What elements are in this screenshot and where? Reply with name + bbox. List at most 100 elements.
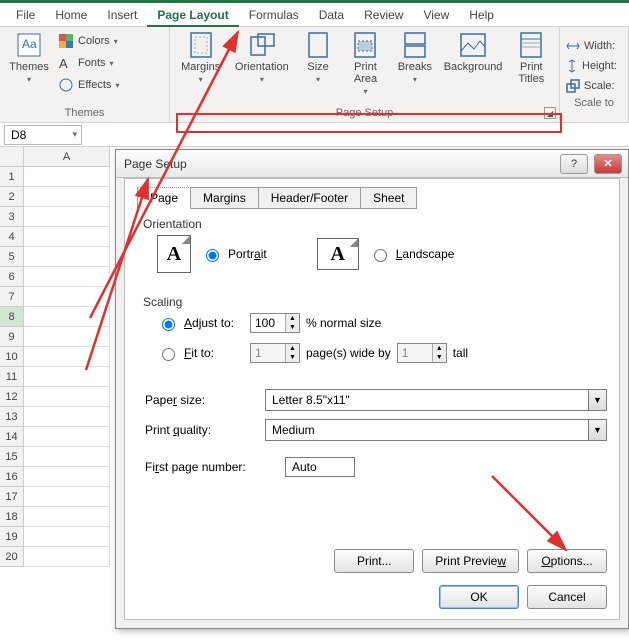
colors-button[interactable]: Colors▾: [58, 31, 119, 51]
menu-data[interactable]: Data: [309, 3, 354, 27]
margins-button[interactable]: Margins▾: [176, 31, 225, 86]
effects-button[interactable]: Effects▾: [58, 75, 119, 95]
margins-icon: [187, 31, 215, 59]
row-header[interactable]: 20: [0, 547, 24, 567]
column-header-a[interactable]: A: [24, 147, 110, 167]
fit-suffix: tall: [453, 346, 468, 360]
cell[interactable]: [24, 207, 110, 227]
size-button[interactable]: Size▾: [298, 31, 337, 86]
fit-wide-spinner[interactable]: ▲▼: [250, 343, 300, 363]
print-quality-combo[interactable]: Medium▼: [265, 419, 607, 441]
cell[interactable]: [24, 467, 110, 487]
effects-icon: [58, 77, 74, 93]
tab-page[interactable]: Page: [137, 187, 191, 209]
close-button[interactable]: ✕: [594, 154, 622, 174]
cell[interactable]: [24, 327, 110, 347]
row-header[interactable]: 17: [0, 487, 24, 507]
cell[interactable]: [24, 287, 110, 307]
cell[interactable]: [24, 167, 110, 187]
cell[interactable]: [24, 367, 110, 387]
row-header[interactable]: 9: [0, 327, 24, 347]
page-setup-launcher[interactable]: ◢: [544, 107, 556, 119]
menu-review[interactable]: Review: [354, 3, 413, 27]
first-page-input[interactable]: Auto: [285, 457, 355, 477]
adjust-to-spinner[interactable]: ▲▼: [250, 313, 300, 333]
help-button[interactable]: ?: [560, 154, 588, 174]
fonts-button[interactable]: A Fonts▾: [58, 53, 119, 73]
orientation-button[interactable]: Orientation▾: [231, 31, 292, 86]
row-header[interactable]: 4: [0, 227, 24, 247]
row-header[interactable]: 7: [0, 287, 24, 307]
menu-insert[interactable]: Insert: [97, 3, 147, 27]
cell[interactable]: [24, 547, 110, 567]
row-header[interactable]: 2: [0, 187, 24, 207]
print-preview-button[interactable]: Print Preview: [422, 549, 519, 573]
background-button[interactable]: Background: [443, 31, 504, 73]
row-header[interactable]: 5: [0, 247, 24, 267]
scale-control[interactable]: Scale:: [566, 77, 622, 95]
cell[interactable]: [24, 247, 110, 267]
cell[interactable]: [24, 267, 110, 287]
row-header[interactable]: 8: [0, 307, 24, 327]
cell[interactable]: [24, 387, 110, 407]
cell[interactable]: [24, 487, 110, 507]
cell[interactable]: [24, 427, 110, 447]
menu-view[interactable]: View: [413, 3, 459, 27]
menu-formulas[interactable]: Formulas: [239, 3, 309, 27]
print-area-button[interactable]: Print Area▾: [344, 31, 387, 96]
dialog-titlebar[interactable]: Page Setup ? ✕: [116, 150, 628, 178]
row-header[interactable]: 11: [0, 367, 24, 387]
cell[interactable]: [24, 307, 110, 327]
print-titles-button[interactable]: Print Titles: [510, 31, 553, 85]
adjust-to-label: Adjust to:: [184, 316, 244, 330]
cell[interactable]: [24, 507, 110, 527]
row-header[interactable]: 16: [0, 467, 24, 487]
row-header[interactable]: 13: [0, 407, 24, 427]
print-button[interactable]: Print...: [334, 549, 414, 573]
cancel-button[interactable]: Cancel: [527, 585, 607, 609]
landscape-radio[interactable]: [374, 249, 387, 262]
scale-icon: [566, 79, 580, 93]
row-header[interactable]: 15: [0, 447, 24, 467]
row-header[interactable]: 10: [0, 347, 24, 367]
row-header[interactable]: 14: [0, 427, 24, 447]
tab-margins[interactable]: Margins: [190, 187, 259, 209]
portrait-label: Portrait: [228, 247, 267, 261]
name-box[interactable]: D8▾: [4, 125, 82, 145]
row-header[interactable]: 18: [0, 507, 24, 527]
cell[interactable]: [24, 227, 110, 247]
ok-button[interactable]: OK: [439, 585, 519, 609]
landscape-label: Landscape: [396, 247, 455, 261]
cell[interactable]: [24, 187, 110, 207]
height-control[interactable]: Height:: [566, 57, 622, 75]
portrait-radio[interactable]: [206, 249, 219, 262]
background-icon: [459, 31, 487, 59]
width-control[interactable]: Width:: [566, 37, 622, 55]
select-all-corner[interactable]: [0, 147, 24, 167]
fit-to-radio[interactable]: [162, 348, 175, 361]
cell[interactable]: [24, 527, 110, 547]
tab-header-footer[interactable]: Header/Footer: [258, 187, 361, 209]
themes-button[interactable]: Aa Themes▾: [0, 31, 58, 86]
adjust-to-radio[interactable]: [162, 318, 175, 331]
options-button[interactable]: Options...: [527, 549, 607, 573]
fit-tall-spinner[interactable]: ▲▼: [397, 343, 447, 363]
menu-home[interactable]: Home: [45, 3, 97, 27]
dialog-tabs: Page Margins Header/Footer Sheet: [137, 187, 607, 209]
tab-sheet[interactable]: Sheet: [360, 187, 417, 209]
row-header[interactable]: 6: [0, 267, 24, 287]
menu-file[interactable]: File: [6, 3, 45, 27]
svg-text:A: A: [59, 56, 68, 71]
cell[interactable]: [24, 407, 110, 427]
row-header[interactable]: 19: [0, 527, 24, 547]
paper-size-combo[interactable]: Letter 8.5"x11"▼: [265, 389, 607, 411]
size-icon: [304, 31, 332, 59]
row-header[interactable]: 1: [0, 167, 24, 187]
cell[interactable]: [24, 447, 110, 467]
row-header[interactable]: 3: [0, 207, 24, 227]
cell[interactable]: [24, 347, 110, 367]
row-header[interactable]: 12: [0, 387, 24, 407]
menu-page-layout[interactable]: Page Layout: [147, 3, 238, 27]
menu-help[interactable]: Help: [459, 3, 504, 27]
breaks-button[interactable]: Breaks▾: [393, 31, 436, 86]
